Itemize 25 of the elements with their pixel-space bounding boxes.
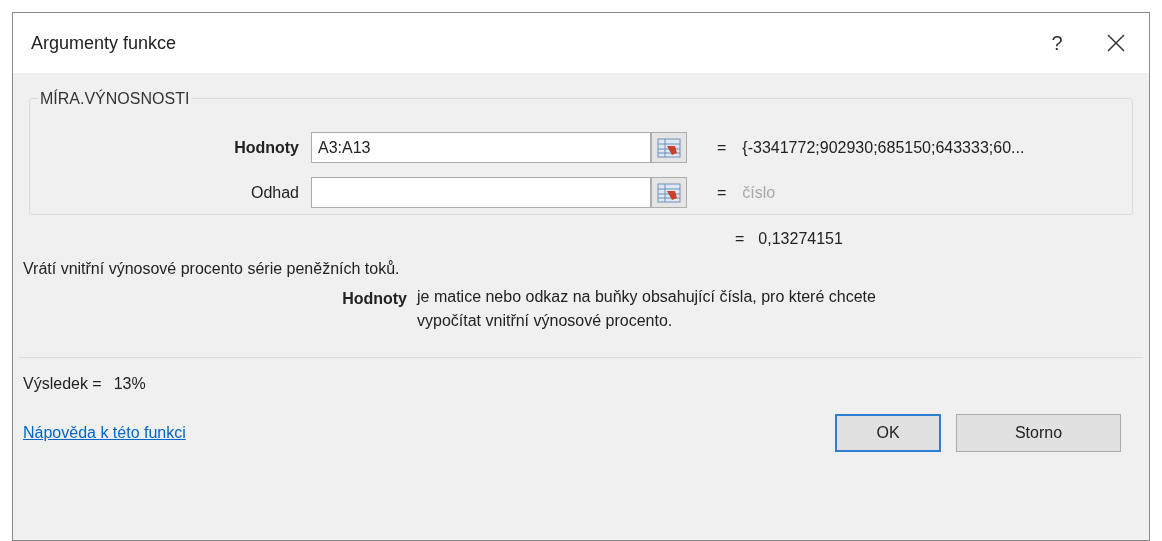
help-link[interactable]: Nápověda k této funkci — [23, 421, 186, 445]
dialog-button[interactable]: OK — [835, 414, 941, 452]
table-icon — [657, 137, 681, 158]
function-description: Vrátí vnitřní výnosové procento série peněžních toků. — [23, 259, 400, 279]
argument-label: Odhad — [249, 182, 300, 203]
formula-result: 0,13274151 — [758, 229, 843, 249]
argument-field[interactable] — [311, 177, 651, 208]
window-title: Argumenty funkce — [31, 31, 177, 55]
close-icon[interactable] — [1107, 34, 1125, 52]
argument-result: {-3341772;902930;685150;643333;60... — [742, 137, 1025, 158]
argument-field[interactable]: A3:A13 — [311, 132, 651, 163]
argument-name: Hodnoty — [341, 289, 408, 309]
table-icon — [657, 182, 681, 203]
result-value: 13% — [113, 374, 146, 394]
help-button[interactable]: ? — [1037, 28, 1077, 58]
range-select-button[interactable] — [651, 132, 687, 163]
argument-description: je matice nebo odkaz na buňky obsahující čísla, pro které chcete vypočítat vnitřní výnosové procento. — [417, 287, 877, 331]
range-select-button[interactable] — [651, 177, 687, 208]
equals-sign: = — [717, 137, 727, 158]
result-label: Výsledek = — [23, 374, 102, 394]
argument-label: Hodnoty — [233, 137, 300, 158]
argument-result: číslo — [742, 182, 776, 203]
dialog-button[interactable]: Storno — [956, 414, 1121, 452]
equals-sign: = — [735, 229, 745, 249]
equals-sign: = — [717, 182, 727, 203]
